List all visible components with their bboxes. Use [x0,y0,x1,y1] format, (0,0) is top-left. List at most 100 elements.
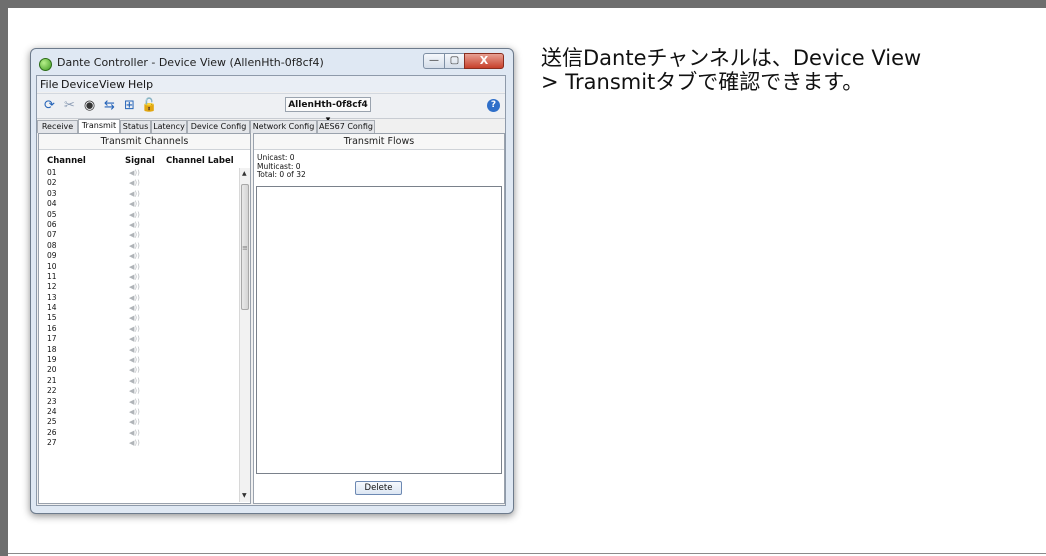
channel-number: 15 [47,313,57,323]
tab-status[interactable]: Status [120,120,151,133]
signal-icon: ◀)) [129,220,140,229]
eye-icon[interactable]: ◉ [81,97,98,114]
channel-number: 23 [47,396,57,406]
channel-row[interactable]: 08 ◀)) [39,241,235,251]
scroll-grip-icon: ≡ [242,244,248,252]
menu-help[interactable]: Help [128,78,153,91]
channel-number: 20 [47,365,57,375]
menu-file[interactable]: File [40,78,58,91]
channel-row[interactable]: 02 ◀)) [39,178,235,188]
tab-latency[interactable]: Latency [151,120,187,133]
channel-scrollbar[interactable]: ▲ ≡ ▼ [239,168,250,502]
signal-icon: ◀)) [129,189,140,198]
menu-device[interactable]: Device [61,78,99,91]
channel-row[interactable]: 12 ◀)) [39,282,235,292]
channel-row[interactable]: 15 ◀)) [39,313,235,323]
channel-row[interactable]: 27 ◀)) [39,438,235,448]
channel-number: 01 [47,168,57,177]
delete-button[interactable]: Delete [355,481,402,495]
help-icon[interactable]: ? [487,99,500,112]
channel-row[interactable]: 22 ◀)) [39,386,235,396]
signal-icon: ◀)) [129,366,140,375]
signal-icon: ◀)) [129,387,140,396]
window-content: File Device View Help ⟳ ✂ ◉ ⇆ ⊞ 🔓 AllenH… [36,75,506,506]
channel-number: 13 [47,292,57,302]
channel-number: 21 [47,375,57,385]
channel-number: 06 [47,219,57,229]
tab-device-config[interactable]: Device Config [187,120,250,133]
channel-row[interactable]: 09 ◀)) [39,251,235,261]
maximize-button[interactable]: ▢ [444,53,465,69]
channel-row[interactable]: 13 ◀)) [39,293,235,303]
toolbar: ⟳ ✂ ◉ ⇆ ⊞ 🔓 AllenHth-0f8cf4 ▾ ? [37,93,505,125]
channel-number: 11 [47,271,57,281]
channel-number: 05 [47,209,57,219]
minimize-button[interactable]: — [423,53,445,69]
lock-icon[interactable]: 🔓 [141,97,158,114]
flows-list[interactable] [256,186,502,474]
channel-row[interactable]: 25 ◀)) [39,417,235,427]
channel-row[interactable]: 24 ◀)) [39,407,235,417]
route-icon[interactable]: ⇆ [101,97,118,114]
slide-frame-left [0,0,8,556]
signal-icon: ◀)) [129,407,140,416]
channel-row[interactable]: 07 ◀)) [39,230,235,240]
signal-icon: ◀)) [129,345,140,354]
channel-row[interactable]: 18 ◀)) [39,345,235,355]
signal-icon: ◀)) [129,262,140,271]
channel-row[interactable]: 04 ◀)) [39,199,235,209]
tab-receive[interactable]: Receive [37,120,78,133]
title-bar[interactable]: Dante Controller - Device View (AllenHth… [31,49,513,75]
channel-row[interactable]: 17 ◀)) [39,334,235,344]
transmit-channels-title: Transmit Channels [39,134,250,150]
channel-number: 18 [47,344,57,354]
signal-icon: ◀)) [129,356,140,365]
tab-bar: Receive Transmit Status Latency Device C… [37,119,505,133]
caption-line-1: 送信Danteチャンネルは、Device View [541,46,922,70]
caption: 送信Danteチャンネルは、Device View > Transmitタブで確… [541,46,921,94]
channel-column-header[interactable]: Channel [47,156,86,166]
channel-number: 24 [47,406,57,416]
channel-number: 04 [47,199,57,209]
channel-row[interactable]: 03 ◀)) [39,189,235,199]
signal-icon: ◀)) [129,179,140,188]
menu-view[interactable]: View [99,78,125,91]
channel-row[interactable]: 16 ◀)) [39,324,235,334]
disconnect-icon[interactable]: ✂ [61,97,78,114]
tab-network-config[interactable]: Network Config [250,120,317,133]
signal-icon: ◀)) [129,272,140,281]
grid-icon[interactable]: ⊞ [121,97,138,114]
channel-row[interactable]: 26 ◀)) [39,428,235,438]
tab-aes67-config[interactable]: AES67 Config [317,120,375,133]
channel-row[interactable]: 23 ◀)) [39,397,235,407]
channel-number: 12 [47,282,57,292]
channel-number: 03 [47,188,57,198]
channel-row[interactable]: 10 ◀)) [39,262,235,272]
channel-number: 25 [47,417,57,427]
channel-label-column-header[interactable]: Channel Label [166,156,234,166]
close-button[interactable]: X [464,53,504,69]
channel-row[interactable]: 06 ◀)) [39,220,235,230]
scroll-down-icon[interactable]: ▼ [242,492,247,499]
channel-number: 10 [47,261,57,271]
transmit-flows-title: Transmit Flows [254,134,504,150]
signal-icon: ◀)) [129,200,140,209]
tab-transmit[interactable]: Transmit [78,119,120,133]
channel-row[interactable]: 01 ◀)) [39,168,235,178]
channel-row[interactable]: 14 ◀)) [39,303,235,313]
device-select[interactable]: AllenHth-0f8cf4 ▾ [285,97,371,125]
channel-number: 19 [47,355,57,365]
channel-row[interactable]: 20 ◀)) [39,365,235,375]
signal-icon: ◀)) [129,428,140,437]
slide-frame-top [0,0,1046,8]
scroll-up-icon[interactable]: ▲ [242,170,247,177]
dante-controller-window: Dante Controller - Device View (AllenHth… [30,48,514,514]
signal-column-header[interactable]: Signal [125,156,155,166]
refresh-icon[interactable]: ⟳ [41,97,58,114]
caption-line-2: > Transmitタブで確認できます。 [541,70,864,94]
channel-row[interactable]: 05 ◀)) [39,210,235,220]
window-title: Dante Controller - Device View (AllenHth… [57,56,324,69]
channel-row[interactable]: 21 ◀)) [39,376,235,386]
channel-row[interactable]: 11 ◀)) [39,272,235,282]
channel-row[interactable]: 19 ◀)) [39,355,235,365]
